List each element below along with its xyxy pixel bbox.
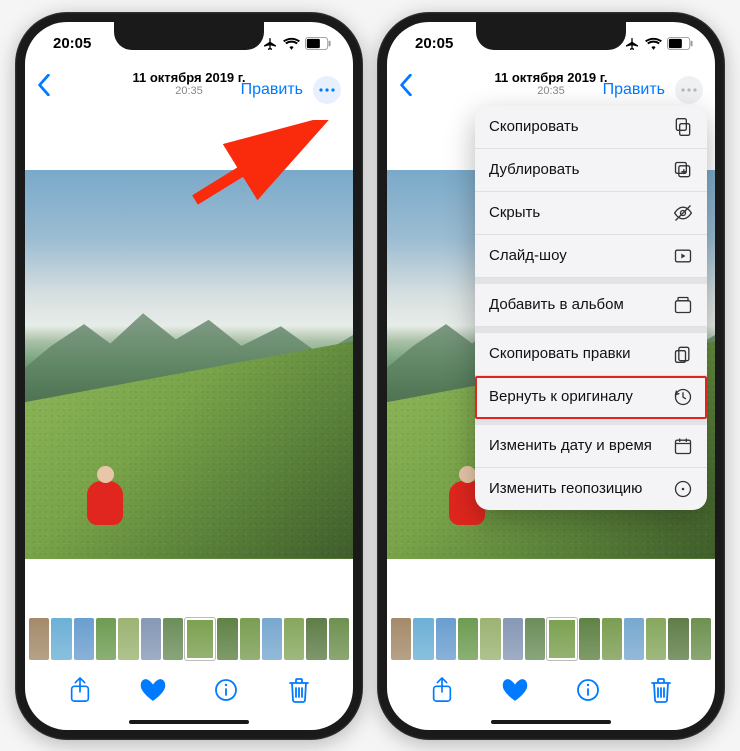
thumbnail-strip[interactable] <box>387 614 715 664</box>
airplane-mode-icon <box>262 36 278 52</box>
back-button[interactable] <box>37 70 67 103</box>
phone-left: 20:05 11 октября 2019 г. 20:35 Править <box>15 12 363 740</box>
more-button[interactable] <box>313 76 341 104</box>
thumbnail[interactable] <box>503 618 523 660</box>
thumbnail[interactable] <box>217 618 237 660</box>
thumbnail[interactable] <box>602 618 622 660</box>
thumbnail[interactable] <box>163 618 183 660</box>
more-button[interactable] <box>675 76 703 104</box>
edit-button[interactable]: Править <box>603 81 665 99</box>
menu-duplicate[interactable]: Дублировать <box>475 149 707 192</box>
thumbnail[interactable] <box>74 618 94 660</box>
menu-add-album[interactable]: Добавить в альбом <box>475 284 707 327</box>
hide-icon <box>673 203 693 223</box>
phone-right: 20:05 11 октября 2019 г. 20:35 Править <box>377 12 725 740</box>
thumbnail[interactable] <box>646 618 666 660</box>
menu-label: Дублировать <box>489 161 579 178</box>
status-time: 20:05 <box>53 35 91 52</box>
duplicate-icon <box>673 160 693 180</box>
edit-button[interactable]: Править <box>241 81 303 99</box>
delete-button[interactable] <box>645 674 677 706</box>
thumbnail[interactable] <box>29 618 49 660</box>
menu-label: Изменить дату и время <box>489 437 652 454</box>
menu-adjust-location[interactable]: Изменить геопозицию <box>475 468 707 510</box>
thumbnail[interactable] <box>436 618 456 660</box>
info-button[interactable] <box>210 674 242 706</box>
menu-label: Скопировать правки <box>489 345 630 362</box>
menu-label: Слайд-шоу <box>489 247 567 264</box>
battery-icon <box>305 37 331 50</box>
menu-label: Изменить геопозицию <box>489 480 642 497</box>
thumbnail[interactable] <box>691 618 711 660</box>
menu-label: Скопировать <box>489 118 579 135</box>
thumbnail[interactable] <box>413 618 433 660</box>
wifi-icon <box>645 37 662 50</box>
back-button[interactable] <box>399 70 429 103</box>
thumbnail[interactable] <box>624 618 644 660</box>
menu-label: Вернуть к оригиналу <box>489 388 633 405</box>
photo-date: 11 октября 2019 г. <box>132 70 245 85</box>
favorite-button[interactable] <box>137 674 169 706</box>
thumbnail-strip[interactable] <box>25 614 353 664</box>
thumbnail[interactable] <box>141 618 161 660</box>
home-indicator <box>129 720 249 724</box>
thumbnail[interactable] <box>51 618 71 660</box>
photo-viewer[interactable] <box>25 116 353 614</box>
photo-date: 11 октября 2019 г. <box>494 70 607 85</box>
notch <box>114 22 264 50</box>
status-time: 20:05 <box>415 35 453 52</box>
thumbnail[interactable] <box>480 618 500 660</box>
revert-icon <box>673 387 693 407</box>
thumbnail[interactable] <box>579 618 599 660</box>
thumbnail[interactable] <box>185 618 215 660</box>
photo <box>25 170 353 558</box>
photo-time: 20:35 <box>132 85 245 97</box>
location-icon <box>673 479 693 499</box>
menu-label: Скрыть <box>489 204 540 221</box>
menu-slideshow[interactable]: Слайд-шоу <box>475 235 707 278</box>
thumbnail[interactable] <box>329 618 349 660</box>
battery-icon <box>667 37 693 50</box>
album-icon <box>673 295 693 315</box>
share-button[interactable] <box>426 674 458 706</box>
notch <box>476 22 626 50</box>
nav-bar: 11 октября 2019 г. 20:35 Править <box>25 66 353 116</box>
home-indicator <box>491 720 611 724</box>
wifi-icon <box>283 37 300 50</box>
favorite-button[interactable] <box>499 674 531 706</box>
thumbnail[interactable] <box>118 618 138 660</box>
info-button[interactable] <box>572 674 604 706</box>
play-icon <box>673 246 693 266</box>
copy-edits-icon <box>673 344 693 364</box>
thumbnail[interactable] <box>668 618 688 660</box>
thumbnail[interactable] <box>391 618 411 660</box>
menu-copy-edits[interactable]: Скопировать правки <box>475 333 707 376</box>
thumbnail[interactable] <box>306 618 326 660</box>
menu-label: Добавить в альбом <box>489 296 624 313</box>
delete-button[interactable] <box>283 674 315 706</box>
thumbnail[interactable] <box>525 618 545 660</box>
thumbnail[interactable] <box>262 618 282 660</box>
thumbnail[interactable] <box>240 618 260 660</box>
copy-icon <box>673 117 693 137</box>
airplane-mode-icon <box>624 36 640 52</box>
calendar-icon <box>673 436 693 456</box>
menu-revert[interactable]: Вернуть к оригиналу <box>475 376 707 419</box>
thumbnail[interactable] <box>547 618 577 660</box>
thumbnail[interactable] <box>284 618 304 660</box>
thumbnail[interactable] <box>458 618 478 660</box>
thumbnail[interactable] <box>96 618 116 660</box>
menu-adjust-date[interactable]: Изменить дату и время <box>475 425 707 468</box>
share-button[interactable] <box>64 674 96 706</box>
menu-copy[interactable]: Скопировать <box>475 106 707 149</box>
photo-time: 20:35 <box>494 85 607 97</box>
menu-hide[interactable]: Скрыть <box>475 192 707 235</box>
actions-menu: Скопировать Дублировать Скрыть Слайд-шоу <box>475 106 707 510</box>
